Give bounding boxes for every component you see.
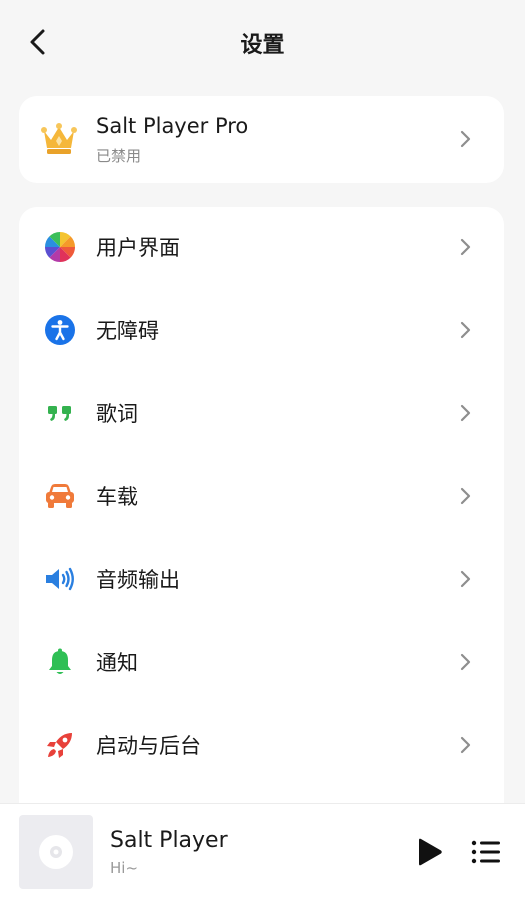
song-subtitle: Hi~ <box>110 859 139 877</box>
settings-item-lyrics[interactable]: 歌词 <box>19 372 504 455</box>
quote-icon <box>44 397 76 429</box>
settings-item-label: 音频输出 <box>96 568 180 592</box>
chevron-right-icon <box>457 238 473 256</box>
mini-player[interactable]: Salt Player Hi~ <box>0 803 525 903</box>
chevron-right-icon <box>457 404 473 422</box>
color-wheel-icon <box>44 231 76 263</box>
page-title: 设置 <box>240 33 285 58</box>
chevron-right-icon <box>457 570 473 588</box>
disc-icon <box>39 835 73 869</box>
settings-item-notification[interactable]: 通知 <box>19 621 504 704</box>
song-title: Salt Player <box>110 828 228 853</box>
settings-item-car[interactable]: 车载 <box>19 455 504 538</box>
settings-item-startup-background[interactable]: 启动与后台 <box>19 704 504 787</box>
pro-status: 已禁用 <box>96 147 142 165</box>
speaker-icon <box>44 563 76 595</box>
list-icon <box>471 840 500 864</box>
chevron-right-icon <box>457 321 473 339</box>
play-button[interactable] <box>412 834 446 870</box>
settings-item-label: 无障碍 <box>96 319 159 343</box>
crown-icon <box>40 122 78 160</box>
settings-item-ui[interactable]: 用户界面 <box>19 206 504 289</box>
settings-item-label: 用户界面 <box>96 236 180 260</box>
car-icon <box>44 480 76 512</box>
settings-item-audio-output[interactable]: 音频输出 <box>19 538 504 621</box>
chevron-right-icon <box>457 653 473 671</box>
chevron-right-icon <box>457 487 473 505</box>
album-cover[interactable] <box>19 815 93 889</box>
play-icon <box>419 838 442 866</box>
settings-item-label: 歌词 <box>96 402 138 426</box>
settings-item-label: 通知 <box>96 651 138 675</box>
chevron-right-icon <box>457 130 473 148</box>
settings-item-label: 启动与后台 <box>96 734 201 758</box>
chevron-right-icon <box>457 736 473 754</box>
settings-item-label: 车载 <box>96 485 138 509</box>
settings-item-accessibility[interactable]: 无障碍 <box>19 289 504 372</box>
pro-card[interactable] <box>19 96 504 183</box>
accessibility-icon <box>44 314 76 346</box>
playlist-button[interactable] <box>470 836 502 868</box>
top-bar: 设置 <box>0 0 525 86</box>
rocket-icon <box>44 729 76 761</box>
pro-title: Salt Player Pro <box>96 114 249 138</box>
bell-icon <box>44 646 76 678</box>
